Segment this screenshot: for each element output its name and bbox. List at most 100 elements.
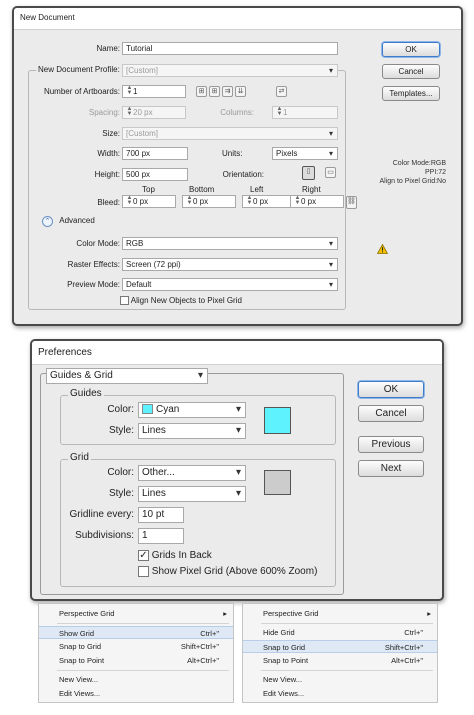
menu-separator bbox=[261, 623, 433, 624]
menu-item-edit-views[interactable]: Edit Views... bbox=[243, 687, 437, 700]
guides-color-select[interactable]: Cyan bbox=[138, 402, 246, 418]
grid-style-select[interactable]: Lines bbox=[138, 486, 246, 502]
bleed-bottom-label: Bottom bbox=[189, 185, 215, 194]
gridline-field[interactable]: 10 pt bbox=[138, 507, 184, 523]
guides-color-swatch[interactable] bbox=[264, 407, 291, 434]
grids-in-back-checkbox[interactable]: ✓ Grids In Back bbox=[138, 550, 212, 561]
bleed-right-label: Right bbox=[302, 185, 321, 194]
menu-separator bbox=[57, 670, 229, 671]
document-info: Color Mode:RGB PPI:72 Align to Pixel Gri… bbox=[368, 159, 446, 186]
grid-color-swatch[interactable] bbox=[264, 470, 291, 495]
menu-item-show-grid[interactable]: Show Grid Ctrl+" bbox=[39, 626, 233, 639]
dialog-title: Preferences bbox=[32, 341, 442, 365]
stepper-icon[interactable]: ▲ ▼ bbox=[126, 86, 133, 97]
section-select[interactable]: Guides & Grid bbox=[46, 368, 208, 384]
name-label: Name: bbox=[96, 44, 120, 53]
bleed-label: Bleed: bbox=[97, 198, 120, 207]
menu-item-new-view[interactable]: New View... bbox=[39, 673, 233, 686]
stepper-icon[interactable]: ▲ ▼ bbox=[246, 196, 253, 207]
menu-item-snap-to-point[interactable]: Snap to Point Alt+Ctrl+" bbox=[39, 654, 233, 667]
artboards-field[interactable]: ▲ ▼1 bbox=[122, 85, 186, 98]
stepper-icon[interactable]: ▲ ▼ bbox=[276, 107, 283, 118]
guides-group-label: Guides bbox=[68, 388, 104, 399]
columns-label: Columns: bbox=[220, 108, 254, 117]
guides-style-label: Style: bbox=[108, 425, 134, 436]
info-align: Align to Pixel Grid:No bbox=[379, 178, 446, 185]
menu-separator bbox=[57, 623, 229, 624]
menu-item-edit-views[interactable]: Edit Views... bbox=[39, 687, 233, 700]
subdivisions-field[interactable]: 1 bbox=[138, 528, 184, 544]
artboards-label: Number of Artboards: bbox=[43, 87, 120, 96]
grid-by-row-icon[interactable]: ⊞ bbox=[196, 86, 207, 97]
info-color-mode: Color Mode:RGB bbox=[392, 160, 446, 167]
bleed-left-label: Left bbox=[250, 185, 264, 194]
templates-button[interactable]: Templates... bbox=[382, 86, 440, 101]
raster-select[interactable]: Screen (72 ppi) bbox=[122, 258, 338, 271]
align-pixel-grid-checkbox[interactable]: Align New Objects to Pixel Grid bbox=[120, 296, 242, 306]
landscape-icon[interactable]: ▭ bbox=[325, 167, 336, 178]
bleed-top-field[interactable]: ▲ ▼0 px bbox=[122, 195, 176, 208]
checkbox-icon bbox=[120, 296, 129, 306]
menu-item-snap-to-point[interactable]: Snap to Point Alt+Ctrl+" bbox=[243, 654, 437, 667]
menu-item-snap-to-grid[interactable]: Snap to Grid Shift+Ctrl+" bbox=[39, 640, 233, 653]
previous-button[interactable]: Previous bbox=[358, 436, 424, 453]
link-bleed-icon[interactable]: ⛓ bbox=[346, 196, 357, 209]
profile-label: New Document Profile: bbox=[36, 65, 122, 74]
cancel-button[interactable]: Cancel bbox=[358, 405, 424, 422]
ok-button[interactable]: OK bbox=[358, 381, 424, 398]
stepper-icon[interactable]: ▲ ▼ bbox=[126, 107, 133, 118]
arrange-by-column-icon[interactable]: ⇊ bbox=[235, 86, 246, 97]
show-pixel-grid-checkbox[interactable]: Show Pixel Grid (Above 600% Zoom) bbox=[138, 566, 317, 577]
name-field[interactable]: Tutorial bbox=[122, 42, 338, 55]
subdivisions-label: Subdivisions: bbox=[75, 530, 134, 541]
width-field[interactable]: 700 px bbox=[122, 147, 188, 160]
preview-mode-label: Preview Mode: bbox=[67, 280, 120, 289]
profile-select[interactable]: [Custom] bbox=[122, 64, 338, 77]
align-pixel-grid-label: Align New Objects to Pixel Grid bbox=[130, 296, 242, 305]
menu-item-hide-grid[interactable]: Hide Grid Ctrl+" bbox=[243, 626, 437, 639]
grid-by-column-icon[interactable]: ⊞ bbox=[209, 86, 220, 97]
spacing-label: Spacing: bbox=[88, 108, 120, 117]
info-ppi: PPI:72 bbox=[424, 169, 446, 176]
portrait-icon[interactable]: ▯ bbox=[302, 166, 315, 180]
stepper-icon[interactable]: ▲ ▼ bbox=[294, 196, 301, 207]
bleed-top-label: Top bbox=[142, 185, 155, 194]
raster-label: Raster Effects: bbox=[67, 260, 120, 269]
menu-item-perspective-grid[interactable]: Perspective Grid ▸ bbox=[243, 607, 437, 620]
grid-color-select[interactable]: Other... bbox=[138, 465, 246, 481]
preview-mode-select[interactable]: Default bbox=[122, 278, 338, 291]
advanced-label: Advanced bbox=[59, 216, 95, 225]
guides-style-select[interactable]: Lines bbox=[138, 423, 246, 439]
submenu-arrow-icon: ▸ bbox=[427, 609, 431, 618]
dialog-title: New Document bbox=[14, 8, 461, 30]
cancel-button[interactable]: Cancel bbox=[382, 64, 440, 79]
height-field[interactable]: 500 px bbox=[122, 168, 188, 181]
menu-item-new-view[interactable]: New View... bbox=[243, 673, 437, 686]
menu-separator bbox=[261, 670, 433, 671]
columns-field[interactable]: ▲ ▼1 bbox=[272, 106, 338, 119]
advanced-toggle[interactable]: ⌃ Advanced bbox=[42, 216, 95, 227]
checkbox-icon bbox=[138, 566, 149, 577]
bleed-right-field[interactable]: ▲ ▼0 px bbox=[290, 195, 344, 208]
color-mode-select[interactable]: RGB bbox=[122, 237, 338, 250]
color-mode-label: Color Mode: bbox=[76, 239, 120, 248]
ok-button[interactable]: OK bbox=[382, 42, 440, 57]
checkmark-icon: ✓ bbox=[138, 550, 149, 561]
stepper-icon[interactable]: ▲ ▼ bbox=[186, 196, 193, 207]
show-pixel-grid-label: Show Pixel Grid (Above 600% Zoom) bbox=[151, 566, 318, 578]
units-select[interactable]: Pixels bbox=[272, 147, 338, 160]
layout-direction-icon[interactable]: ⇄ bbox=[276, 86, 287, 97]
grid-style-label: Style: bbox=[108, 488, 134, 499]
size-select[interactable]: [Custom] bbox=[122, 127, 338, 140]
next-button[interactable]: Next bbox=[358, 460, 424, 477]
menu-item-snap-to-grid[interactable]: Snap to Grid Shift+Ctrl+" bbox=[243, 640, 437, 653]
arrange-by-row-icon[interactable]: ⇉ bbox=[222, 86, 233, 97]
bleed-left-field[interactable]: ▲ ▼0 px bbox=[242, 195, 296, 208]
spacing-field[interactable]: ▲ ▼20 px bbox=[122, 106, 186, 119]
units-label: Units: bbox=[222, 149, 243, 158]
stepper-icon[interactable]: ▲ ▼ bbox=[126, 196, 133, 207]
bleed-bottom-field[interactable]: ▲ ▼0 px bbox=[182, 195, 236, 208]
warning-icon bbox=[377, 244, 388, 254]
submenu-arrow-icon: ▸ bbox=[223, 609, 227, 618]
menu-item-perspective-grid[interactable]: Perspective Grid ▸ bbox=[39, 607, 233, 620]
